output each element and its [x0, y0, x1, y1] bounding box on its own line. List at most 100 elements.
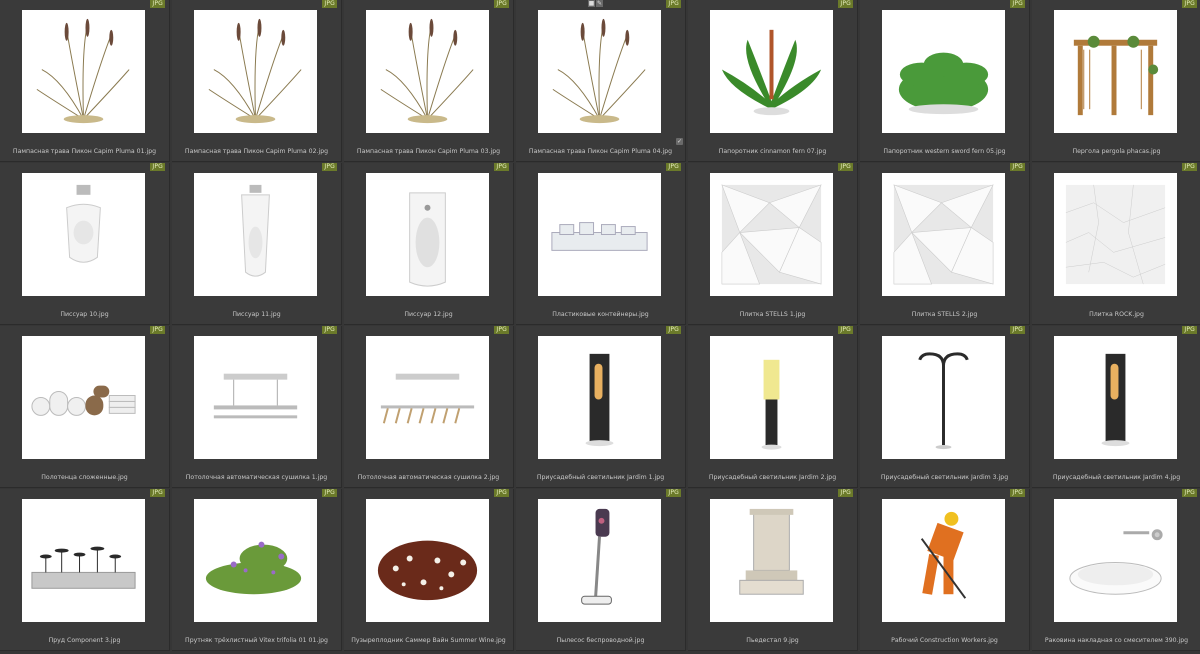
file-type-badge: JPG	[1010, 163, 1025, 171]
file-type-badge: JPG	[494, 489, 509, 497]
file-name-label: Приусадебный светильник Jardim 1.jpg	[536, 474, 665, 481]
file-name-label: Рабочий Construction Workers.jpg	[891, 637, 998, 644]
file-name-label: Пергола pergola phacas.jpg	[1072, 148, 1161, 155]
thumbnail-item[interactable]: JPG Плитка STELLS 2.jpg	[860, 163, 1030, 325]
thumbnail-item[interactable]: JPG Плитка ROCK.jpg	[1032, 163, 1200, 325]
pond-planter-icon	[22, 499, 145, 622]
vacuum-icon	[538, 499, 661, 622]
thumbnail-item[interactable]: JPG Пергола pergola phacas.jpg	[1032, 0, 1200, 162]
thumbnail-item[interactable]: JPG Прутняк трёхлистный Vitex trifolia 01…	[172, 489, 342, 651]
file-name-label: Раковина накладная со смесителем 390.jpg	[1044, 637, 1189, 644]
thumbnail-item[interactable]: JPG Приусадебный светильник Jardim 1.jpg	[516, 326, 686, 488]
file-type-badge: JPG	[1010, 489, 1025, 497]
file-type-badge: JPG	[1182, 326, 1197, 334]
thumbnail-item[interactable]: JPG Пампасная трава Пикон Capim Pluma 01.…	[0, 0, 170, 162]
thumbnail-item[interactable]: JPG Пылесос беспроводной.jpg	[516, 489, 686, 651]
tile-facets-icon	[882, 173, 1005, 296]
file-type-badge: JPG	[150, 326, 165, 334]
thumbnail-item[interactable]: JPG Папоротник cinnamon fern 07.jpg	[688, 0, 858, 162]
file-type-badge: JPG	[322, 326, 337, 334]
fern-bush-icon	[882, 10, 1005, 133]
bollard-lamp-icon	[538, 336, 661, 459]
checkbox-icon[interactable]: ✓	[676, 138, 683, 145]
edit-icon[interactable]: ✎	[596, 0, 603, 7]
file-type-badge: JPG	[1010, 326, 1025, 334]
file-type-badge: JPG	[150, 0, 165, 8]
pampas-grass-icon	[194, 10, 317, 133]
file-type-badge: JPG	[322, 0, 337, 8]
dryer-rack-icon	[194, 336, 317, 459]
file-type-badge: JPG	[838, 163, 853, 171]
file-type-badge: JPG	[1182, 489, 1197, 497]
thumbnail-item[interactable]: JPG Рабочий Construction Workers.jpg	[860, 489, 1030, 651]
file-name-label: Приусадебный светильник Jardim 4.jpg	[1052, 474, 1181, 481]
urinal-oval-icon	[366, 173, 489, 296]
file-name-label: Потолочная автоматическая сушилка 2.jpg	[357, 474, 500, 481]
thumbnail-item[interactable]: JPG Папоротник western sword fern 05.jpg	[860, 0, 1030, 162]
file-name-label: Потолочная автоматическая сушилка 1.jpg	[185, 474, 328, 481]
file-type-badge: JPG	[666, 163, 681, 171]
file-name-label: Пампасная трава Пикон Capim Pluma 02.jpg	[184, 148, 329, 155]
thumbnail-item[interactable]: JPG Раковина накладная со смесителем 390.…	[1032, 489, 1200, 651]
thumbnail-item[interactable]: JPG Пруд Component 3.jpg	[0, 489, 170, 651]
file-type-badge: JPG	[494, 326, 509, 334]
file-name-label: Пылесос беспроводной.jpg	[556, 637, 645, 644]
pergola-icon	[1054, 10, 1177, 133]
file-type-badge: JPG	[494, 0, 509, 8]
file-type-badge: JPG	[150, 489, 165, 497]
tile-rock-icon	[1054, 173, 1177, 296]
thumbnail-item[interactable]: JPG Приусадебный светильник Jardim 3.jpg	[860, 326, 1030, 488]
post-lamp-icon	[710, 336, 833, 459]
towels-icon	[22, 336, 145, 459]
flower-shrub-icon	[194, 499, 317, 622]
thumbnail-item[interactable]: JPG Пузыреплодник Саммер Вайн Summer Wine…	[344, 489, 514, 651]
file-name-label: Приусадебный светильник Jardim 3.jpg	[880, 474, 1009, 481]
file-type-badge: JPG	[322, 163, 337, 171]
pedestal-icon	[710, 499, 833, 622]
pampas-grass-icon	[366, 10, 489, 133]
thumbnail-item[interactable]: JPG Писсуар 12.jpg	[344, 163, 514, 325]
file-name-label: Писсуар 12.jpg	[404, 311, 453, 318]
file-type-badge: JPG	[666, 0, 681, 8]
thumbnail-item[interactable]: JPG Приусадебный светильник Jardim 4.jpg	[1032, 326, 1200, 488]
file-type-badge: JPG	[1182, 163, 1197, 171]
file-type-badge: JPG	[322, 489, 337, 497]
file-name-label: Плитка STELLS 2.jpg	[911, 311, 978, 318]
file-name-label: Пузыреплодник Саммер Вайн Summer Wine.jp…	[351, 637, 506, 644]
dryer-rack-hangers-icon	[366, 336, 489, 459]
file-name-label: Приусадебный светильник Jardim 2.jpg	[708, 474, 837, 481]
file-name-label: Пампасная трава Пикон Capim Pluma 03.jpg	[356, 148, 501, 155]
thumbnail-item[interactable]: JPG Пампасная трава Пикон Capim Pluma 03.…	[344, 0, 514, 162]
thumbnail-item[interactable]: JPG Пампасная трава Пикон Capim Pluma 02.…	[172, 0, 342, 162]
pampas-grass-icon	[538, 10, 661, 133]
file-type-badge: JPG	[838, 0, 853, 8]
file-type-badge: JPG	[838, 326, 853, 334]
thumbnail-item[interactable]: JPG Полотенца сложенные.jpg	[0, 326, 170, 488]
urinal-icon	[22, 173, 145, 296]
file-name-label: Прутняк трёхлистный Vitex trifolia 01 01…	[185, 637, 328, 644]
thumbnail-item[interactable]: JPG Писсуар 10.jpg	[0, 163, 170, 325]
thumbnail-item[interactable]: JPG Потолочная автоматическая сушилка 2.j…	[344, 326, 514, 488]
red-shrub-icon	[366, 499, 489, 622]
thumbnail-item[interactable]: JPG Пластиковые контейнеры.jpg	[516, 163, 686, 325]
file-type-badge: JPG	[838, 489, 853, 497]
thumbnail-item[interactable]: JPG Писсуар 11.jpg	[172, 163, 342, 325]
file-name-label: Плитка ROCK.jpg	[1089, 311, 1144, 318]
file-name-label: Плитка STELLS 1.jpg	[739, 311, 806, 318]
double-street-lamp-icon	[882, 336, 1005, 459]
bollard-lamp-icon	[1054, 336, 1177, 459]
thumbnail-item[interactable]: JPG Приусадебный светильник Jardim 2.jpg	[688, 326, 858, 488]
containers-icon	[538, 173, 661, 296]
file-type-badge: JPG	[1182, 0, 1197, 8]
urinal-tall-icon	[194, 173, 317, 296]
thumbnail-item[interactable]: JPG Потолочная автоматическая сушилка 1.j…	[172, 326, 342, 488]
file-name-label: Пампасная трава Пикон Capim Pluma 04.jpg	[528, 148, 673, 155]
file-name-label: Папоротник western sword fern 05.jpg	[883, 148, 1006, 155]
file-type-badge: JPG	[494, 163, 509, 171]
file-name-label: Полотенца сложенные.jpg	[41, 474, 128, 481]
thumbnail-item[interactable]: JPG Пьедестал 9.jpg	[688, 489, 858, 651]
thumbnail-item[interactable]: JPG ✓ Пампасная трава Пикон Capim Pluma 04…	[516, 0, 686, 162]
thumbnail-item[interactable]: JPG Плитка STELLS 1.jpg	[688, 163, 858, 325]
fern-icon	[710, 10, 833, 133]
stop-icon[interactable]: ■	[588, 0, 595, 7]
